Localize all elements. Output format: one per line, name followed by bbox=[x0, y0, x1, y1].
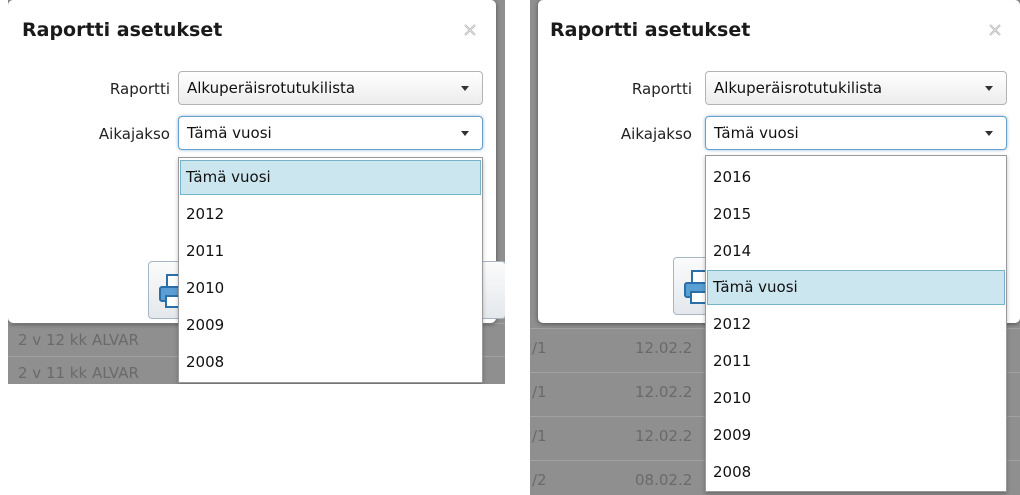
background-row-col1: /1 bbox=[532, 339, 547, 357]
dropdown-option[interactable]: 2008 bbox=[180, 345, 481, 380]
background-row-col1: /2 bbox=[532, 471, 547, 489]
report-select-value: Alkuperäisrotutukilista bbox=[714, 79, 883, 97]
dropdown-option[interactable]: 2010 bbox=[707, 381, 1005, 416]
dropdown-option[interactable]: 2012 bbox=[707, 307, 1005, 342]
dropdown-option[interactable]: Tämä vuosi bbox=[180, 160, 481, 195]
period-label: Aikajakso bbox=[620, 125, 692, 143]
dropdown-option[interactable]: Tämä vuosi bbox=[707, 270, 1005, 305]
dropdown-option[interactable]: 2009 bbox=[707, 418, 1005, 453]
dropdown-option[interactable]: 2015 bbox=[707, 197, 1005, 232]
chevron-down-icon bbox=[985, 131, 993, 136]
background-row-col2: 12.02.2 bbox=[635, 383, 693, 401]
period-dropdown-list: Tämä vuosi 2012 2011 2010 2009 2008 bbox=[178, 157, 483, 383]
dialog-title: Raportti asetukset bbox=[550, 19, 751, 41]
dropdown-option[interactable]: 2009 bbox=[180, 308, 481, 343]
report-select[interactable]: Alkuperäisrotutukilista bbox=[178, 71, 483, 105]
background-row-col2: 08.02.2 bbox=[635, 471, 693, 489]
period-select-value: Tämä vuosi bbox=[187, 124, 272, 142]
background-row-col2: 12.02.2 bbox=[635, 339, 693, 357]
close-icon[interactable] bbox=[988, 23, 1002, 37]
period-select[interactable]: Tämä vuosi bbox=[705, 116, 1007, 150]
dropdown-option[interactable]: 2008 bbox=[707, 455, 1005, 490]
report-select[interactable]: Alkuperäisrotutukilista bbox=[705, 71, 1007, 105]
dropdown-option[interactable]: 2010 bbox=[180, 271, 481, 306]
close-icon[interactable] bbox=[463, 23, 477, 37]
report-label: Raportti bbox=[109, 80, 170, 98]
left-screenshot-panel: 2 v 12 kk ALVAR 2 v 11 kk ALVAR Raportti… bbox=[8, 0, 505, 384]
period-select[interactable]: Tämä vuosi bbox=[178, 116, 483, 150]
dropdown-option[interactable]: 2011 bbox=[180, 234, 481, 269]
chevron-down-icon bbox=[461, 131, 469, 136]
report-label: Raportti bbox=[631, 80, 692, 98]
period-select-value: Tämä vuosi bbox=[714, 124, 799, 142]
dropdown-option[interactable]: 2014 bbox=[707, 234, 1005, 269]
dialog-title: Raportti asetukset bbox=[22, 19, 223, 41]
right-screenshot-panel: /1 12.02.2 /1 12.02.2 /1 12.02.2 /2 08.0… bbox=[530, 0, 1020, 495]
background-row-text: 2 v 11 kk ALVAR bbox=[18, 364, 139, 382]
background-row-col1: /1 bbox=[532, 427, 547, 445]
dropdown-option[interactable]: 2011 bbox=[707, 344, 1005, 379]
background-row-col1: /1 bbox=[532, 383, 547, 401]
background-row-col2: 12.02.2 bbox=[635, 427, 693, 445]
period-label: Aikajakso bbox=[98, 125, 170, 143]
dropdown-option[interactable]: 2016 bbox=[707, 160, 1005, 195]
period-dropdown-list: 2016 2015 2014 Tämä vuosi 2012 2011 2010… bbox=[705, 155, 1007, 492]
report-select-value: Alkuperäisrotutukilista bbox=[187, 79, 356, 97]
dropdown-option[interactable]: 2012 bbox=[180, 197, 481, 232]
chevron-down-icon bbox=[985, 86, 993, 91]
background-row-text: 2 v 12 kk ALVAR bbox=[18, 331, 139, 349]
chevron-down-icon bbox=[461, 86, 469, 91]
